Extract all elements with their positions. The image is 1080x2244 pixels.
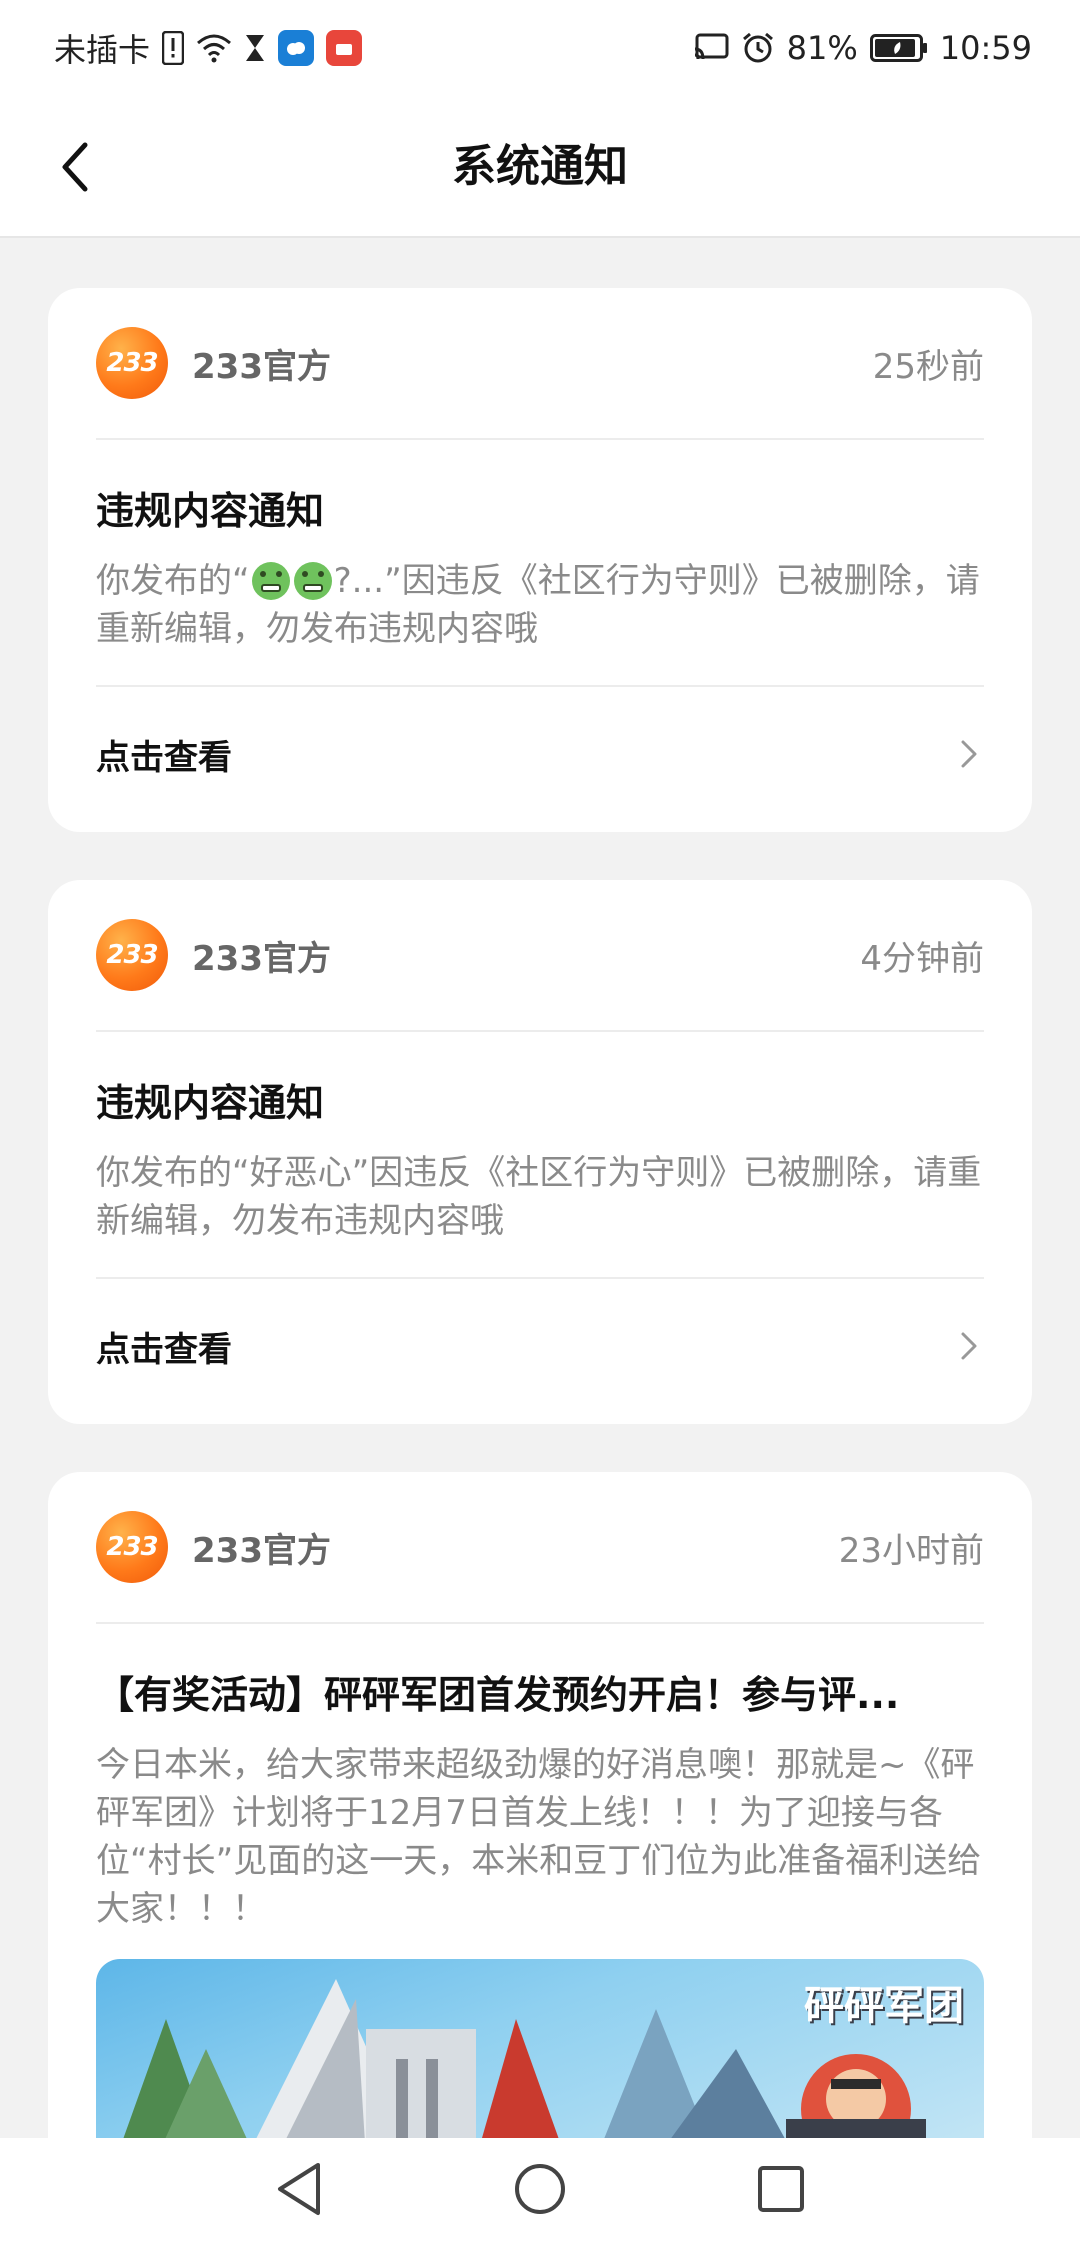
sim-alert-icon [162,31,185,65]
sender-name: 233官方 [192,1530,331,1571]
cast-icon [693,33,729,63]
chevron-right-icon [954,739,984,769]
sender-name: 233官方 [192,938,331,979]
system-nav-bar [0,2138,1080,2244]
app-store-icon [326,30,363,66]
official-logo: 233 [96,327,168,399]
card-header: 233 233官方 4分钟前 [96,880,984,1032]
battery-icon [869,34,928,62]
nav-back-button[interactable] [274,2161,324,2221]
notification-title: 违规内容通知 [96,1081,325,1125]
notification-time: 23小时前 [838,1530,984,1571]
notification-card[interactable]: 233 233官方 25秒前 违规内容通知 你发布的“ ?...”因违反《社区行为… [48,288,1032,832]
notification-body: 你发布的“好恶心”因违反《社区行为守则》已被删除，请重新编辑，勿发布违规内容哦 [96,1153,982,1241]
nauseated-face-emoji-icon [293,562,332,600]
weather-app-icon [278,30,315,66]
wifi-icon [196,33,232,63]
status-bar-left: 未插卡 [54,25,363,71]
page-title: 系统通知 [452,141,628,192]
hourglass-icon [244,33,266,63]
official-logo: 233 [96,1511,168,1583]
notification-title: 【有奖活动】砰砰军团首发预约开启！参与评... [96,1673,900,1717]
event-banner-image[interactable]: 砰砰军团 [96,1959,984,2159]
square-recents-icon [758,2166,804,2212]
view-details-label: 点击查看 [96,1329,232,1370]
nav-home-button[interactable] [512,2161,568,2221]
card-header: 233 233官方 23小时前 [96,1472,984,1624]
status-bar: 未插卡 81% 10:59 [0,0,1080,96]
notification-title: 违规内容通知 [96,489,325,533]
card-header: 233 233官方 25秒前 [96,288,984,440]
notification-time: 4分钟前 [860,938,984,979]
carrier-label: 未插卡 [54,31,151,69]
body-prefix: 你发布的“ [96,561,250,601]
alarm-icon [741,31,775,65]
notification-card[interactable]: 233 233官方 23小时前 【有奖活动】砰砰军团首发预约开启！参与评... … [48,1472,1032,2192]
nav-recents-button[interactable] [756,2164,806,2218]
notification-card[interactable]: 233 233官方 4分钟前 违规内容通知 你发布的“好恶心”因违反《社区行为守… [48,880,1032,1424]
sender-name: 233官方 [192,346,331,387]
notification-body: 你发布的“ ?...”因违反《社区行为守则》已被删除，请重新编辑，勿发布违规内容哦 [96,557,984,653]
circle-home-icon [515,2164,565,2214]
notification-body: 今日本米，给大家带来超级劲爆的好消息噢！那就是~《砰砰军团》计划将于12月7日首… [96,1745,982,1929]
clock-time: 10:59 [939,29,1032,67]
view-details-label: 点击查看 [96,737,232,778]
notification-time: 25秒前 [872,346,984,387]
status-bar-right: 81% 10:59 [693,29,1032,67]
view-details-row[interactable]: 点击查看 [96,685,984,821]
view-details-row[interactable]: 点击查看 [96,1277,984,1413]
banner-game-title: 砰砰军团 [804,1983,964,2029]
nauseated-face-emoji-icon [251,562,290,600]
page-header: 系统通知 [0,96,1080,238]
battery-percent: 81% [786,29,858,67]
official-logo: 233 [96,919,168,991]
chevron-right-icon [954,1331,984,1361]
triangle-back-icon [278,2163,320,2215]
